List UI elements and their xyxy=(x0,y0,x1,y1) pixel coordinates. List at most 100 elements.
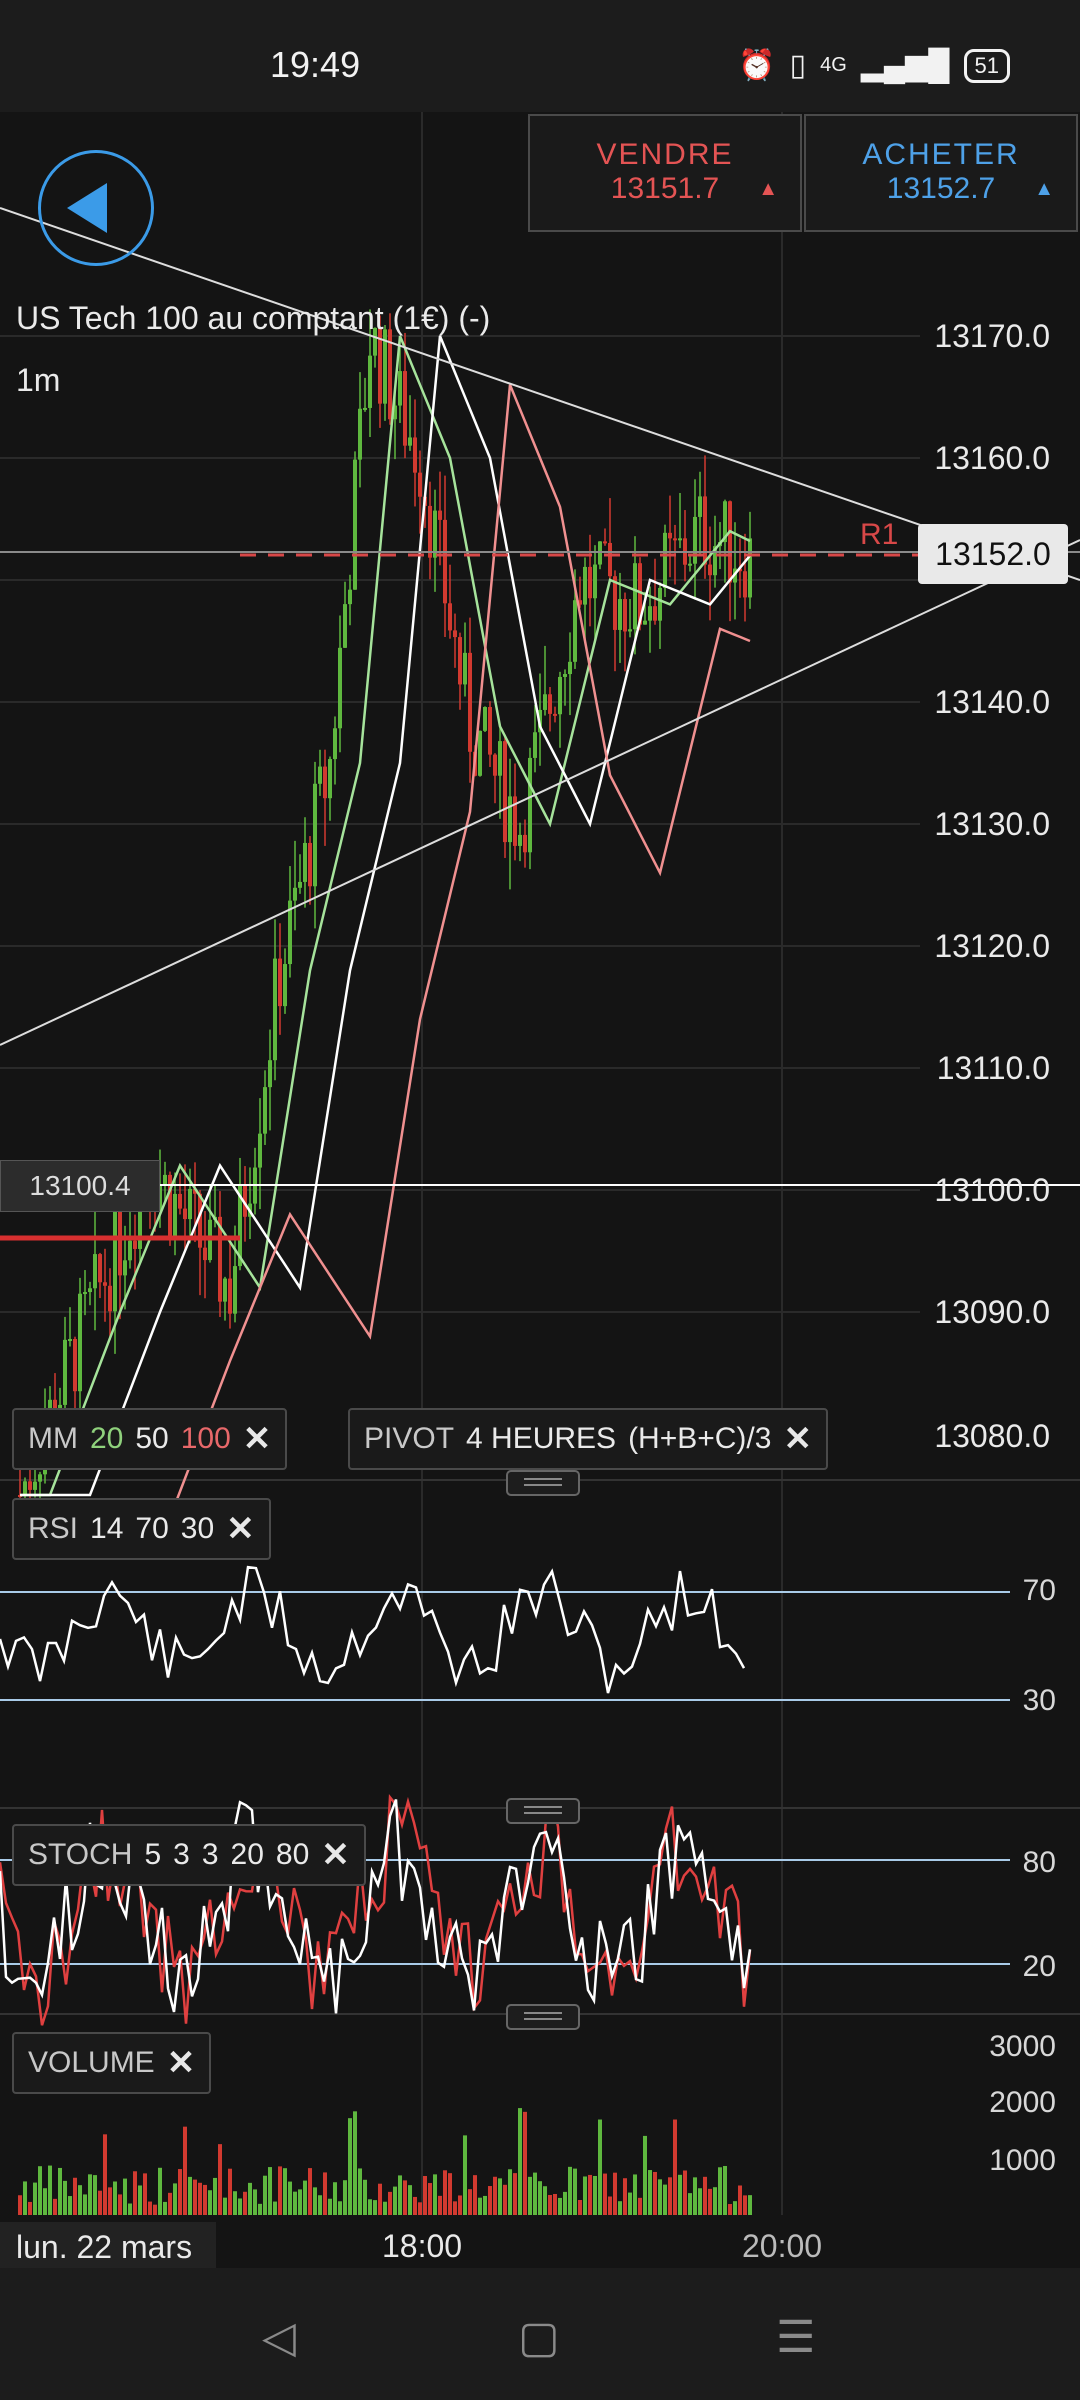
volume-indicator-chip[interactable]: VOLUME ✕ xyxy=(12,2032,212,2094)
stoch-indicator-chip[interactable]: STOCH 5 3 3 20 80 ✕ xyxy=(12,1824,366,1886)
volume-bar xyxy=(468,2189,472,2215)
instrument-title: US Tech 100 au comptant (1€) (-) xyxy=(16,300,491,336)
volume-bar xyxy=(308,2168,312,2215)
volume-bar xyxy=(83,2194,87,2215)
candle-body xyxy=(543,694,547,710)
volume-bar xyxy=(418,2202,422,2215)
candle-body xyxy=(748,538,752,598)
volume-bar xyxy=(48,2165,52,2215)
volume-bar xyxy=(673,2119,677,2215)
volume-bar xyxy=(593,2175,597,2215)
pivot-indicator-chip[interactable]: PIVOT 4 HEURES (H+B+C)/3 ✕ xyxy=(348,1408,828,1470)
volume-bar xyxy=(483,2195,487,2215)
mm-name: MM xyxy=(28,1422,78,1455)
volume-bar xyxy=(293,2191,297,2215)
candle-body xyxy=(88,1288,92,1293)
volume-bar xyxy=(173,2183,177,2215)
close-icon[interactable]: ✕ xyxy=(321,1835,350,1875)
volume-bar xyxy=(223,2197,227,2215)
candle-body xyxy=(63,1339,67,1405)
volume-bar xyxy=(598,2119,602,2215)
buy-button[interactable]: ACHETER 13152.7 ▲ xyxy=(804,114,1078,232)
volume-bar xyxy=(448,2173,452,2215)
candle-body xyxy=(78,1293,82,1392)
volume-bar xyxy=(443,2170,447,2215)
stoch-level-label: 80 xyxy=(1022,1846,1056,1879)
volume-bar xyxy=(198,2182,202,2215)
volume-bar xyxy=(458,2195,462,2215)
volume-bar xyxy=(693,2177,697,2215)
volume-bar xyxy=(33,2182,37,2215)
price-axis-label: 13160.0 xyxy=(934,440,1050,476)
candle-body xyxy=(663,532,667,588)
candle-body xyxy=(418,472,422,497)
candle-body xyxy=(588,566,592,599)
volume-bar xyxy=(738,2185,742,2215)
volume-bar xyxy=(313,2187,317,2215)
volume-bar xyxy=(93,2175,97,2215)
candle-body xyxy=(133,1240,137,1249)
volume-bar xyxy=(608,2196,612,2215)
timeframe[interactable]: 1m xyxy=(16,362,60,399)
candle-body xyxy=(178,1193,182,1209)
volume-bar xyxy=(508,2169,512,2215)
price-axis-label: 13170.0 xyxy=(934,318,1050,354)
candle-body xyxy=(613,576,617,630)
candle-body xyxy=(268,1060,272,1088)
stoch-param-4: 20 xyxy=(230,1838,264,1871)
mm-period-2: 50 xyxy=(135,1422,169,1455)
volume-bar xyxy=(413,2196,417,2215)
volume-bar xyxy=(663,2184,667,2215)
panel-resize-handle[interactable] xyxy=(506,1470,580,1496)
pivot-r1-label: R1 xyxy=(860,518,899,551)
close-icon[interactable]: ✕ xyxy=(783,1419,812,1459)
nav-back-icon[interactable]: ◁ xyxy=(262,2312,296,2363)
price-axis-label: 13110.0 xyxy=(936,1050,1050,1086)
volume-bar xyxy=(533,2172,537,2215)
candle-body xyxy=(583,566,587,605)
rsi-indicator-chip[interactable]: RSI 14 70 30 ✕ xyxy=(12,1498,271,1560)
candle-body xyxy=(488,707,492,755)
volume-bar xyxy=(133,2171,137,2215)
volume-bar xyxy=(248,2182,252,2215)
candle-body xyxy=(728,501,732,583)
price-axis-label: 13130.0 xyxy=(934,806,1050,842)
nav-home-icon[interactable]: ▢ xyxy=(518,2312,560,2363)
back-arrow-icon[interactable] xyxy=(38,150,154,266)
candle-body xyxy=(313,783,317,887)
candle-body xyxy=(558,676,562,715)
candle-body xyxy=(628,629,632,632)
candle-body xyxy=(113,1203,117,1312)
time-axis-label: 18:00 xyxy=(382,2228,463,2264)
volume-bar xyxy=(303,2180,307,2215)
price-axis-label: 13140.0 xyxy=(934,684,1050,720)
trend-line xyxy=(0,539,1080,1046)
volume-bar xyxy=(43,2188,47,2215)
sell-button[interactable]: VENDRE 13151.7 ▲ xyxy=(528,114,802,232)
volume-bar xyxy=(473,2175,477,2215)
volume-bar xyxy=(128,2203,132,2215)
nav-menu-icon[interactable]: ☰ xyxy=(776,2312,815,2363)
panel-resize-handle[interactable] xyxy=(506,1798,580,1824)
candle-body xyxy=(573,600,577,662)
candle-body xyxy=(478,730,482,776)
mm-indicator-chip[interactable]: MM 20 50 100 ✕ xyxy=(12,1408,288,1470)
candle-body xyxy=(398,371,402,406)
close-icon[interactable]: ✕ xyxy=(167,2043,196,2083)
close-icon[interactable]: ✕ xyxy=(243,1419,272,1459)
volume-bar xyxy=(648,2170,652,2215)
candle-body xyxy=(33,1481,37,1490)
close-icon[interactable]: ✕ xyxy=(226,1509,255,1549)
volume-bar xyxy=(638,2197,642,2215)
volume-bar xyxy=(38,2166,42,2215)
panel-resize-handle[interactable] xyxy=(506,2004,580,2030)
candle-body xyxy=(603,541,607,544)
price-axis-label: 13080.0 xyxy=(934,1418,1050,1454)
volume-bar xyxy=(433,2174,437,2215)
rsi-param-1: 14 xyxy=(90,1512,124,1545)
volume-bar xyxy=(658,2179,662,2215)
volume-bar xyxy=(748,2195,752,2215)
volume-bar xyxy=(113,2181,117,2215)
alarm-icon: ⏰ xyxy=(738,49,776,82)
chart-grid xyxy=(0,112,1080,2215)
